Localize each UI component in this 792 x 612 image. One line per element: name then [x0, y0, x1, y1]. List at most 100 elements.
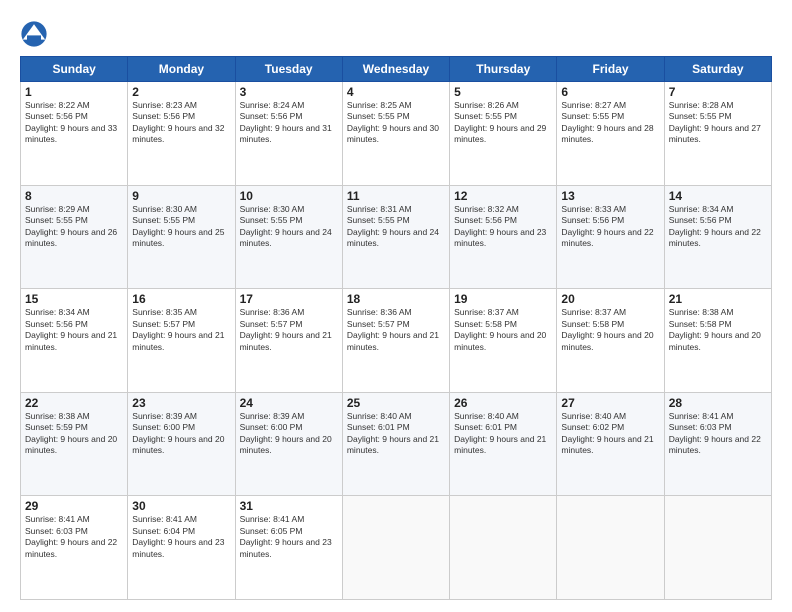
logo-icon [20, 20, 48, 48]
cell-info: Sunrise: 8:26 AMSunset: 5:55 PMDaylight:… [454, 100, 546, 144]
cell-info: Sunrise: 8:40 AMSunset: 6:01 PMDaylight:… [347, 411, 439, 455]
calendar-cell: 19 Sunrise: 8:37 AMSunset: 5:58 PMDaylig… [450, 289, 557, 393]
cell-info: Sunrise: 8:36 AMSunset: 5:57 PMDaylight:… [347, 307, 439, 351]
calendar-week-2: 8 Sunrise: 8:29 AMSunset: 5:55 PMDayligh… [21, 185, 772, 289]
cell-info: Sunrise: 8:30 AMSunset: 5:55 PMDaylight:… [132, 204, 224, 248]
header [20, 16, 772, 48]
cell-info: Sunrise: 8:39 AMSunset: 6:00 PMDaylight:… [240, 411, 332, 455]
calendar-cell: 23 Sunrise: 8:39 AMSunset: 6:00 PMDaylig… [128, 392, 235, 496]
calendar-cell: 3 Sunrise: 8:24 AMSunset: 5:56 PMDayligh… [235, 82, 342, 186]
calendar-cell [342, 496, 449, 600]
weekday-header-row: SundayMondayTuesdayWednesdayThursdayFrid… [21, 57, 772, 82]
calendar-header: SundayMondayTuesdayWednesdayThursdayFrid… [21, 57, 772, 82]
cell-info: Sunrise: 8:37 AMSunset: 5:58 PMDaylight:… [454, 307, 546, 351]
day-number: 20 [561, 292, 659, 306]
cell-info: Sunrise: 8:40 AMSunset: 6:01 PMDaylight:… [454, 411, 546, 455]
calendar-cell: 25 Sunrise: 8:40 AMSunset: 6:01 PMDaylig… [342, 392, 449, 496]
day-number: 22 [25, 396, 123, 410]
day-number: 15 [25, 292, 123, 306]
cell-info: Sunrise: 8:40 AMSunset: 6:02 PMDaylight:… [561, 411, 653, 455]
calendar-cell: 6 Sunrise: 8:27 AMSunset: 5:55 PMDayligh… [557, 82, 664, 186]
logo [20, 20, 52, 48]
calendar-cell [450, 496, 557, 600]
calendar-cell: 1 Sunrise: 8:22 AMSunset: 5:56 PMDayligh… [21, 82, 128, 186]
calendar-cell: 15 Sunrise: 8:34 AMSunset: 5:56 PMDaylig… [21, 289, 128, 393]
day-number: 31 [240, 499, 338, 513]
day-number: 11 [347, 189, 445, 203]
day-number: 7 [669, 85, 767, 99]
day-number: 3 [240, 85, 338, 99]
cell-info: Sunrise: 8:29 AMSunset: 5:55 PMDaylight:… [25, 204, 117, 248]
day-number: 4 [347, 85, 445, 99]
cell-info: Sunrise: 8:38 AMSunset: 5:58 PMDaylight:… [669, 307, 761, 351]
calendar-cell: 4 Sunrise: 8:25 AMSunset: 5:55 PMDayligh… [342, 82, 449, 186]
calendar-body: 1 Sunrise: 8:22 AMSunset: 5:56 PMDayligh… [21, 82, 772, 600]
calendar-cell: 16 Sunrise: 8:35 AMSunset: 5:57 PMDaylig… [128, 289, 235, 393]
page: SundayMondayTuesdayWednesdayThursdayFrid… [0, 0, 792, 612]
calendar-week-4: 22 Sunrise: 8:38 AMSunset: 5:59 PMDaylig… [21, 392, 772, 496]
weekday-header-sunday: Sunday [21, 57, 128, 82]
day-number: 17 [240, 292, 338, 306]
calendar-cell: 13 Sunrise: 8:33 AMSunset: 5:56 PMDaylig… [557, 185, 664, 289]
calendar-week-5: 29 Sunrise: 8:41 AMSunset: 6:03 PMDaylig… [21, 496, 772, 600]
day-number: 21 [669, 292, 767, 306]
weekday-header-saturday: Saturday [664, 57, 771, 82]
cell-info: Sunrise: 8:41 AMSunset: 6:03 PMDaylight:… [669, 411, 761, 455]
weekday-header-monday: Monday [128, 57, 235, 82]
day-number: 18 [347, 292, 445, 306]
cell-info: Sunrise: 8:27 AMSunset: 5:55 PMDaylight:… [561, 100, 653, 144]
day-number: 29 [25, 499, 123, 513]
calendar-cell: 14 Sunrise: 8:34 AMSunset: 5:56 PMDaylig… [664, 185, 771, 289]
cell-info: Sunrise: 8:23 AMSunset: 5:56 PMDaylight:… [132, 100, 224, 144]
day-number: 24 [240, 396, 338, 410]
cell-info: Sunrise: 8:34 AMSunset: 5:56 PMDaylight:… [25, 307, 117, 351]
weekday-header-thursday: Thursday [450, 57, 557, 82]
calendar-cell: 8 Sunrise: 8:29 AMSunset: 5:55 PMDayligh… [21, 185, 128, 289]
weekday-header-wednesday: Wednesday [342, 57, 449, 82]
day-number: 13 [561, 189, 659, 203]
day-number: 9 [132, 189, 230, 203]
day-number: 16 [132, 292, 230, 306]
calendar-table: SundayMondayTuesdayWednesdayThursdayFrid… [20, 56, 772, 600]
calendar-cell: 18 Sunrise: 8:36 AMSunset: 5:57 PMDaylig… [342, 289, 449, 393]
cell-info: Sunrise: 8:31 AMSunset: 5:55 PMDaylight:… [347, 204, 439, 248]
calendar-cell: 30 Sunrise: 8:41 AMSunset: 6:04 PMDaylig… [128, 496, 235, 600]
calendar-cell: 11 Sunrise: 8:31 AMSunset: 5:55 PMDaylig… [342, 185, 449, 289]
calendar-cell: 27 Sunrise: 8:40 AMSunset: 6:02 PMDaylig… [557, 392, 664, 496]
cell-info: Sunrise: 8:37 AMSunset: 5:58 PMDaylight:… [561, 307, 653, 351]
calendar-cell: 2 Sunrise: 8:23 AMSunset: 5:56 PMDayligh… [128, 82, 235, 186]
day-number: 5 [454, 85, 552, 99]
day-number: 25 [347, 396, 445, 410]
day-number: 10 [240, 189, 338, 203]
cell-info: Sunrise: 8:34 AMSunset: 5:56 PMDaylight:… [669, 204, 761, 248]
calendar-week-1: 1 Sunrise: 8:22 AMSunset: 5:56 PMDayligh… [21, 82, 772, 186]
cell-info: Sunrise: 8:33 AMSunset: 5:56 PMDaylight:… [561, 204, 653, 248]
day-number: 23 [132, 396, 230, 410]
calendar-cell: 21 Sunrise: 8:38 AMSunset: 5:58 PMDaylig… [664, 289, 771, 393]
calendar-cell [664, 496, 771, 600]
day-number: 2 [132, 85, 230, 99]
calendar-cell [557, 496, 664, 600]
calendar-cell: 20 Sunrise: 8:37 AMSunset: 5:58 PMDaylig… [557, 289, 664, 393]
day-number: 19 [454, 292, 552, 306]
calendar-cell: 28 Sunrise: 8:41 AMSunset: 6:03 PMDaylig… [664, 392, 771, 496]
cell-info: Sunrise: 8:24 AMSunset: 5:56 PMDaylight:… [240, 100, 332, 144]
cell-info: Sunrise: 8:39 AMSunset: 6:00 PMDaylight:… [132, 411, 224, 455]
cell-info: Sunrise: 8:22 AMSunset: 5:56 PMDaylight:… [25, 100, 117, 144]
cell-info: Sunrise: 8:25 AMSunset: 5:55 PMDaylight:… [347, 100, 439, 144]
day-number: 14 [669, 189, 767, 203]
calendar-week-3: 15 Sunrise: 8:34 AMSunset: 5:56 PMDaylig… [21, 289, 772, 393]
calendar-cell: 29 Sunrise: 8:41 AMSunset: 6:03 PMDaylig… [21, 496, 128, 600]
cell-info: Sunrise: 8:32 AMSunset: 5:56 PMDaylight:… [454, 204, 546, 248]
calendar-cell: 24 Sunrise: 8:39 AMSunset: 6:00 PMDaylig… [235, 392, 342, 496]
day-number: 6 [561, 85, 659, 99]
cell-info: Sunrise: 8:36 AMSunset: 5:57 PMDaylight:… [240, 307, 332, 351]
calendar-cell: 31 Sunrise: 8:41 AMSunset: 6:05 PMDaylig… [235, 496, 342, 600]
cell-info: Sunrise: 8:41 AMSunset: 6:05 PMDaylight:… [240, 514, 332, 558]
day-number: 28 [669, 396, 767, 410]
calendar-cell: 17 Sunrise: 8:36 AMSunset: 5:57 PMDaylig… [235, 289, 342, 393]
cell-info: Sunrise: 8:28 AMSunset: 5:55 PMDaylight:… [669, 100, 761, 144]
weekday-header-tuesday: Tuesday [235, 57, 342, 82]
day-number: 8 [25, 189, 123, 203]
weekday-header-friday: Friday [557, 57, 664, 82]
